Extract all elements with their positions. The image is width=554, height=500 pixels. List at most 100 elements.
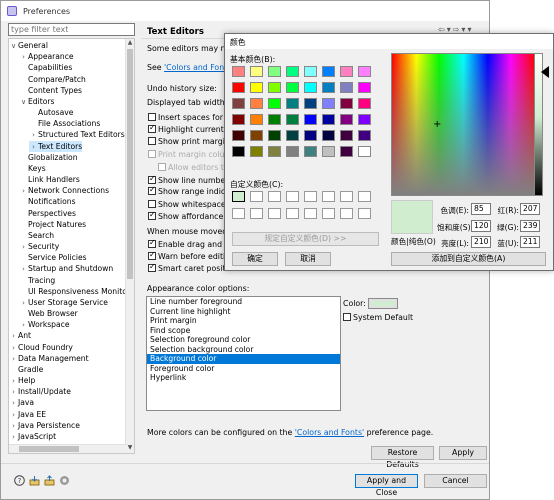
- scroll-down-icon[interactable]: ▼: [126, 444, 134, 453]
- option-checkbox[interactable]: [148, 252, 156, 260]
- list-item[interactable]: Background color: [147, 354, 340, 364]
- basic-color-swatch[interactable]: [340, 146, 353, 157]
- basic-color-swatch[interactable]: [232, 114, 245, 125]
- basic-color-swatch[interactable]: [250, 130, 263, 141]
- export-icon[interactable]: [44, 475, 55, 486]
- basic-color-swatch[interactable]: [358, 66, 371, 77]
- add-to-custom-colors-button[interactable]: 添加到自定义颜色(A): [391, 252, 546, 266]
- custom-color-swatch[interactable]: [268, 191, 281, 202]
- apply-button[interactable]: Apply: [439, 446, 487, 460]
- list-item[interactable]: Selection foreground color: [147, 335, 340, 345]
- tree-item[interactable]: Search: [19, 230, 54, 241]
- custom-color-swatch[interactable]: [286, 208, 299, 219]
- basic-color-swatch[interactable]: [232, 66, 245, 77]
- tree-item[interactable]: › Structured Text Editors: [29, 129, 125, 140]
- custom-color-swatch[interactable]: [232, 208, 245, 219]
- tree-item[interactable]: Compare/Patch: [19, 74, 86, 85]
- list-item[interactable]: Find scope: [147, 326, 340, 336]
- basic-color-swatch[interactable]: [286, 114, 299, 125]
- tree-horizontal-scrollbar[interactable]: [9, 444, 127, 453]
- tree-item[interactable]: › Text Editors: [29, 140, 83, 152]
- help-icon[interactable]: ?: [14, 475, 25, 486]
- tree-item[interactable]: Perspectives: [19, 208, 76, 219]
- option-checkbox[interactable]: [148, 212, 156, 220]
- basic-color-swatch[interactable]: [304, 82, 317, 93]
- basic-color-swatch[interactable]: [322, 82, 335, 93]
- tree-item[interactable]: › Java EE: [9, 409, 46, 420]
- option-checkbox[interactable]: [148, 125, 156, 133]
- appearance-color-list[interactable]: Line number foreground Current line highl…: [146, 296, 341, 411]
- option-checkbox[interactable]: [148, 176, 156, 184]
- more-colors-link[interactable]: 'Colors and Fonts': [295, 428, 364, 437]
- tree-item[interactable]: Content Types: [19, 85, 82, 96]
- custom-color-swatch[interactable]: [286, 191, 299, 202]
- list-item[interactable]: Line number foreground: [147, 297, 340, 307]
- basic-color-swatch[interactable]: [268, 66, 281, 77]
- basic-color-swatch[interactable]: [286, 82, 299, 93]
- tree-item[interactable]: Project Natures: [19, 219, 86, 230]
- list-item[interactable]: Foreground color: [147, 364, 340, 374]
- saturation-input[interactable]: 120: [471, 220, 491, 232]
- preferences-titlebar[interactable]: Preferences: [1, 1, 489, 21]
- cancel-button[interactable]: Cancel: [424, 474, 487, 488]
- preferences-tree[interactable]: ∨ General › Appearance Capabilities Compare/P…: [8, 38, 135, 454]
- color-spectrum[interactable]: [391, 53, 536, 196]
- tree-item[interactable]: File Associations: [29, 118, 100, 129]
- scroll-thumb[interactable]: [127, 49, 133, 279]
- tree-item[interactable]: › Ant: [9, 330, 31, 341]
- basic-color-swatch[interactable]: [250, 98, 263, 109]
- luminance-slider-arrow-icon[interactable]: [541, 66, 549, 78]
- custom-color-swatch[interactable]: [340, 191, 353, 202]
- tree-item[interactable]: Tracing: [19, 275, 55, 286]
- import-icon[interactable]: [29, 475, 40, 486]
- basic-color-swatch[interactable]: [322, 130, 335, 141]
- scroll-up-icon[interactable]: ▲: [126, 39, 134, 48]
- filter-input[interactable]: [8, 23, 135, 36]
- basic-color-swatch[interactable]: [304, 98, 317, 109]
- option-checkbox[interactable]: [148, 264, 156, 272]
- luminance-input[interactable]: 210: [471, 236, 491, 248]
- hue-input[interactable]: 85: [471, 203, 491, 215]
- tree-item[interactable]: › JavaScript: [9, 431, 56, 442]
- tree-item[interactable]: › Install/Update: [9, 386, 71, 397]
- basic-color-swatch[interactable]: [286, 130, 299, 141]
- colors-fonts-link[interactable]: 'Colors and Fonts': [164, 63, 233, 72]
- tree-item[interactable]: › Network Connections: [19, 185, 109, 196]
- tree-item[interactable]: ∨ General: [9, 40, 48, 51]
- custom-color-swatch[interactable]: [322, 191, 335, 202]
- tree-item[interactable]: › Startup and Shutdown: [19, 263, 113, 274]
- basic-color-swatch[interactable]: [358, 146, 371, 157]
- custom-color-swatch[interactable]: [250, 191, 263, 202]
- tree-item[interactable]: › User Storage Service: [19, 297, 108, 308]
- custom-color-swatch[interactable]: [304, 191, 317, 202]
- custom-color-swatch[interactable]: [304, 208, 317, 219]
- basic-color-swatch[interactable]: [250, 66, 263, 77]
- crosshair-icon[interactable]: +: [433, 120, 441, 130]
- tree-item[interactable]: Capabilities: [19, 62, 72, 73]
- basic-color-swatch[interactable]: [304, 146, 317, 157]
- basic-color-swatch[interactable]: [340, 66, 353, 77]
- tree-item[interactable]: Keys: [19, 163, 46, 174]
- basic-color-swatch[interactable]: [250, 146, 263, 157]
- custom-color-swatch[interactable]: [358, 208, 371, 219]
- basic-color-swatch[interactable]: [304, 114, 317, 125]
- basic-color-swatch[interactable]: [232, 98, 245, 109]
- tree-vertical-scrollbar[interactable]: ▲ ▼: [125, 39, 134, 453]
- basic-color-swatch[interactable]: [268, 82, 281, 93]
- color-dialog-titlebar[interactable]: 颜色: [225, 34, 553, 49]
- apply-and-close-button[interactable]: Apply and Close: [355, 474, 418, 497]
- blue-input[interactable]: 211: [520, 236, 540, 248]
- basic-color-swatch[interactable]: [340, 98, 353, 109]
- custom-color-swatch[interactable]: [232, 191, 245, 202]
- tree-item[interactable]: UI Responsiveness Monitor: [19, 286, 130, 297]
- basic-color-swatch[interactable]: [358, 130, 371, 141]
- option-checkbox[interactable]: [148, 113, 156, 121]
- basic-color-swatch[interactable]: [322, 114, 335, 125]
- define-custom-colors-button[interactable]: 规定自定义颜色(D) >>: [232, 232, 379, 246]
- tree-item[interactable]: Notifications: [19, 196, 76, 207]
- option-checkbox[interactable]: [148, 137, 156, 145]
- tree-item[interactable]: Web Browser: [19, 308, 78, 319]
- tree-item[interactable]: › Security: [19, 241, 59, 252]
- chevron-down-icon[interactable]: ∨: [19, 97, 28, 108]
- custom-color-swatch[interactable]: [322, 208, 335, 219]
